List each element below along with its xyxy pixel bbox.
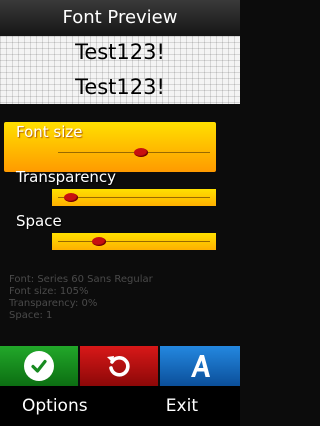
info-font: Font: Series 60 Sans Regular xyxy=(9,274,153,285)
info-font-size: Font size: 105% xyxy=(9,286,89,297)
reset-icon xyxy=(107,356,130,377)
font-select-button[interactable] xyxy=(160,346,240,386)
settings-list: Font size Transparency Space xyxy=(0,110,240,260)
space-slider-track xyxy=(58,241,210,242)
font-size-slider-knob[interactable] xyxy=(134,148,148,157)
preview-text-line-2: Test123! xyxy=(75,75,165,99)
space-slider[interactable] xyxy=(52,233,216,250)
font-size-slider[interactable] xyxy=(52,144,216,161)
app-title: Font Preview xyxy=(62,7,178,28)
info-space: Space: 1 xyxy=(9,310,53,321)
transparency-slider-track xyxy=(58,197,210,198)
font-preview-area: Test123! Test123! xyxy=(0,36,240,104)
softkey-bar: Options Exit xyxy=(0,386,240,426)
reset-button[interactable] xyxy=(80,346,158,386)
transparency-slider-knob[interactable] xyxy=(64,193,78,202)
space-label[interactable]: Space xyxy=(16,212,62,230)
preview-text-line-1: Test123! xyxy=(75,40,165,64)
font-size-label[interactable]: Font size xyxy=(16,123,83,141)
options-softkey[interactable]: Options xyxy=(22,386,88,426)
quick-action-bar xyxy=(0,346,240,386)
apply-button[interactable] xyxy=(0,346,78,386)
transparency-slider[interactable] xyxy=(52,189,216,206)
transparency-label[interactable]: Transparency xyxy=(16,168,116,186)
title-bar: Font Preview xyxy=(0,0,240,36)
space-slider-knob[interactable] xyxy=(92,237,106,246)
info-transparency: Transparency: 0% xyxy=(9,298,98,309)
checkmark-icon xyxy=(24,351,54,381)
font-info-summary: Font: Series 60 Sans Regular Font size: … xyxy=(9,274,234,322)
exit-softkey[interactable]: Exit xyxy=(166,386,198,426)
font-a-icon xyxy=(191,355,210,377)
